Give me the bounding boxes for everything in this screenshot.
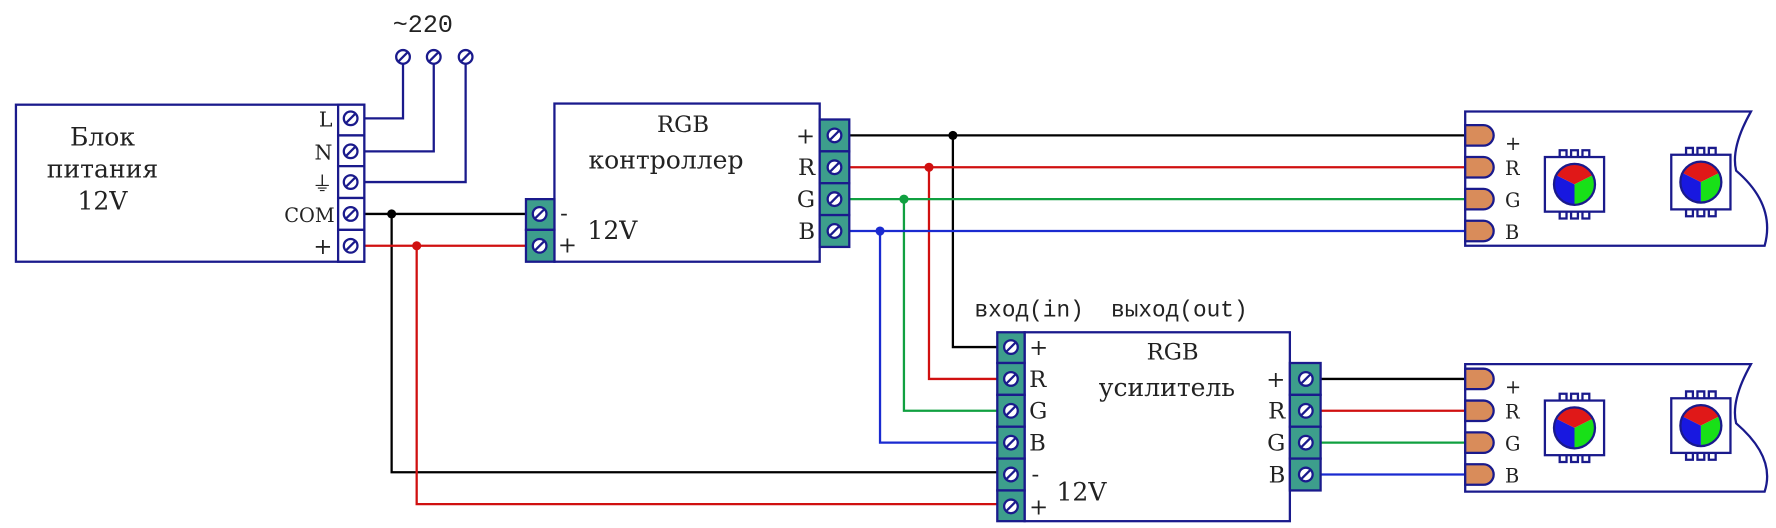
- led-strip-2: + R G B: [1464, 363, 1769, 493]
- strip2-pad-r: R: [1505, 401, 1521, 424]
- amp-input-voltage: 12V: [1056, 478, 1107, 507]
- led-strip-1: + R G B: [1464, 110, 1769, 247]
- controller-input-minus: -: [560, 201, 568, 227]
- amplifier-io-label: вход(in) выход(out): [975, 297, 1248, 323]
- strip2-pad-b: B: [1505, 464, 1519, 487]
- amp-out-b: B: [1269, 462, 1286, 488]
- strip1-pad-g: G: [1505, 189, 1520, 212]
- psu-label-com: COM: [284, 204, 334, 227]
- amplifier-input-terminal: [996, 331, 1026, 523]
- psu-label-l: L: [319, 107, 333, 131]
- rgb-led-icon: [1543, 392, 1606, 464]
- amp-in-r: R: [1029, 367, 1047, 393]
- amp-out-plus: +: [1266, 367, 1285, 393]
- rgb-amplifier: вход(in) выход(out) RGB усилитель + R G …: [975, 297, 1322, 523]
- strip2-pad-g: G: [1505, 433, 1520, 456]
- amp-in-g: G: [1029, 399, 1047, 425]
- rgb-led-icon: [1670, 146, 1732, 218]
- controller-out-r: R: [798, 155, 816, 181]
- mains-screws: [395, 48, 474, 65]
- psu-label-ground: ⏚: [312, 172, 332, 196]
- amp-out-g: G: [1267, 431, 1285, 457]
- rgb-controller: RGB контроллер - + 12V + R G B: [524, 102, 851, 263]
- controller-out-b: B: [798, 219, 815, 245]
- amp-in-plus-12v: +: [1029, 494, 1048, 520]
- amp-in-b: B: [1029, 431, 1046, 457]
- amp-in-plus: +: [1029, 335, 1048, 361]
- psu-title-2: питания: [47, 155, 158, 184]
- psu-title-3: 12V: [77, 186, 128, 215]
- power-supply: Блок питания 12V L N ⏚ COM +: [14, 103, 366, 263]
- mains-label: ~220: [393, 11, 453, 40]
- controller-out-plus: +: [796, 123, 815, 149]
- controller-title-1: RGB: [657, 112, 709, 138]
- rgb-led-icon: [1543, 149, 1606, 220]
- wiring-diagram: ~220 Блок питания 12V L N ⏚ COM + RGB ко…: [14, 11, 1769, 523]
- psu-label-plus: +: [313, 234, 332, 260]
- strip1-pad-r: R: [1505, 157, 1521, 180]
- strip2-pad-plus: +: [1505, 376, 1521, 399]
- strip1-pad-plus: +: [1505, 132, 1521, 155]
- amp-out-r: R: [1268, 399, 1286, 425]
- strip1-pad-b: B: [1505, 221, 1519, 244]
- psu-title-1: Блок: [70, 123, 135, 152]
- psu-label-n: N: [315, 140, 333, 164]
- controller-input-voltage: 12V: [587, 216, 638, 245]
- controller-out-g: G: [797, 187, 815, 213]
- amplifier-title-2: усилитель: [1099, 373, 1235, 402]
- rgb-led-icon: [1670, 390, 1732, 461]
- controller-title-2: контроллер: [588, 145, 743, 174]
- controller-input-plus: +: [558, 233, 577, 259]
- amp-in-minus: -: [1031, 461, 1039, 487]
- amplifier-title-1: RGB: [1147, 340, 1199, 366]
- psu-terminal-block: [336, 103, 366, 263]
